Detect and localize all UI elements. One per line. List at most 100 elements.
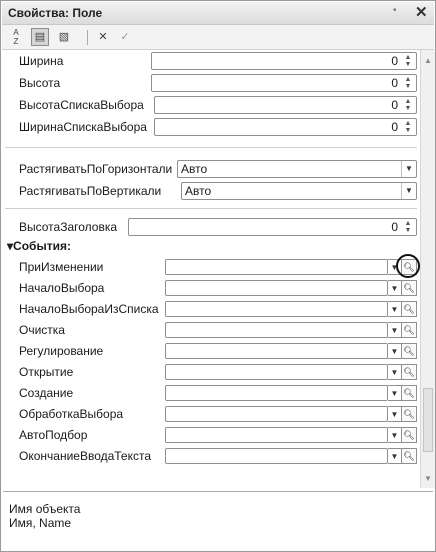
- event-row: ОбработкаВыбора ▼ 🔍︎: [5, 403, 417, 425]
- event-label: Открытие: [19, 365, 74, 379]
- properties-window: Свойства: Поле • ✕ A Z ▤ ▧ ✕ ✓ Ширина 0 …: [0, 0, 436, 552]
- property-row-height: Высота 0 ▲ ▼: [5, 72, 417, 94]
- pin-icon[interactable]: •: [393, 5, 397, 16]
- event-handler-input[interactable]: [165, 322, 388, 338]
- event-label: Регулирование: [19, 344, 104, 358]
- event-handler-input[interactable]: [165, 427, 388, 443]
- search-icon[interactable]: 🔍︎: [401, 322, 417, 338]
- chevron-down-icon[interactable]: ▼: [401, 161, 416, 177]
- event-handler-input[interactable]: [165, 280, 388, 296]
- event-row: Создание ▼ 🔍︎: [5, 382, 417, 404]
- event-label: Очистка: [19, 323, 65, 337]
- event-row: Открытие ▼ 🔍︎: [5, 361, 417, 383]
- stretch-v-select[interactable]: Авто ▼: [181, 182, 417, 200]
- event-handler-input[interactable]: [165, 448, 388, 464]
- event-label: АвтоПодбор: [19, 428, 88, 442]
- event-label: НачалоВыбора: [19, 281, 105, 295]
- property-label: ВысотаЗаголовка: [19, 220, 118, 234]
- event-row: ОкончаниеВводаТекста ▼ 🔍︎: [5, 445, 417, 467]
- categories-icon[interactable]: ▤: [31, 28, 49, 46]
- event-label: ОбработкаВыбора: [19, 407, 124, 421]
- chevron-down-icon[interactable]: ▼: [388, 448, 402, 464]
- search-icon[interactable]: 🔍︎: [401, 280, 417, 296]
- highlight-circle: [396, 254, 420, 278]
- chevron-down-icon[interactable]: ▼: [388, 385, 402, 401]
- scrollbar[interactable]: ▲ ▼: [420, 50, 435, 488]
- property-row-list-width: ШиринаСпискаВыбора 0 ▲ ▼: [5, 116, 417, 138]
- spinner-icon[interactable]: ▲ ▼: [402, 120, 414, 134]
- spinner-icon[interactable]: ▲ ▼: [402, 98, 414, 112]
- spinner-icon[interactable]: ▲ ▼: [402, 220, 414, 234]
- chevron-down-icon[interactable]: ▼: [388, 406, 402, 422]
- header-height-input[interactable]: 0 ▲ ▼: [128, 218, 417, 236]
- scroll-up-icon[interactable]: ▲: [424, 56, 432, 65]
- events-section-header[interactable]: ▾События:: [5, 236, 417, 254]
- event-handler-input[interactable]: [165, 364, 388, 380]
- stretch-v-value: Авто: [185, 184, 212, 198]
- chevron-down-icon[interactable]: ▼: [388, 427, 402, 443]
- list-height-value: 0: [391, 98, 398, 112]
- list-width-value: 0: [391, 120, 398, 134]
- close-icon[interactable]: ✕: [415, 3, 428, 21]
- scroll-down-icon[interactable]: ▼: [424, 474, 432, 483]
- filter-icon[interactable]: ▧: [55, 28, 73, 46]
- toolbar-separator: [87, 30, 88, 45]
- event-handler-input[interactable]: [165, 301, 388, 317]
- width-value: 0: [391, 54, 398, 68]
- property-row-width: Ширина 0 ▲ ▼: [5, 50, 417, 72]
- event-handler-input[interactable]: [165, 406, 388, 422]
- search-icon[interactable]: 🔍︎: [401, 301, 417, 317]
- sort-alphabetical-icon[interactable]: A Z: [7, 28, 25, 46]
- search-icon[interactable]: 🔍︎: [401, 385, 417, 401]
- event-handler-input[interactable]: [165, 259, 388, 275]
- description-panel: Имя объекта Имя, Name: [3, 491, 433, 550]
- event-row: НачалоВыбораИзСписка ▼ 🔍︎: [5, 298, 417, 320]
- property-label: РастягиватьПоВертикали: [19, 184, 162, 198]
- list-height-input[interactable]: 0 ▲ ▼: [154, 96, 417, 114]
- header-height-value: 0: [391, 220, 398, 234]
- stretch-h-value: Авто: [181, 162, 208, 176]
- property-row-header-height: ВысотаЗаголовка 0 ▲ ▼: [5, 216, 417, 238]
- apply-icon[interactable]: ✓: [116, 28, 134, 46]
- height-input[interactable]: 0 ▲ ▼: [151, 74, 417, 92]
- chevron-down-icon[interactable]: ▼: [388, 364, 402, 380]
- title-bar: Свойства: Поле • ✕: [2, 2, 434, 25]
- width-input[interactable]: 0 ▲ ▼: [151, 52, 417, 70]
- property-grid: Ширина 0 ▲ ▼ Высота 0 ▲ ▼ ВысотаСпискаВыбо…: [5, 50, 420, 488]
- chevron-down-icon[interactable]: ▼: [388, 343, 402, 359]
- property-row-stretch-v: РастягиватьПоВертикали Авто ▼: [5, 180, 417, 202]
- description-text: Имя, Name: [9, 516, 72, 530]
- search-icon[interactable]: 🔍︎: [401, 406, 417, 422]
- scrollbar-thumb[interactable]: [423, 388, 433, 452]
- description-title: Имя объекта: [9, 502, 81, 516]
- property-row-stretch-h: РастягиватьПоГоризонтали Авто ▼: [5, 158, 417, 180]
- event-row: НачалоВыбора ▼ 🔍︎: [5, 277, 417, 299]
- event-label: НачалоВыбораИзСписка: [19, 302, 159, 316]
- event-row: Регулирование ▼ 🔍︎: [5, 340, 417, 362]
- event-handler-input[interactable]: [165, 385, 388, 401]
- search-icon[interactable]: 🔍︎: [401, 448, 417, 464]
- spinner-icon[interactable]: ▲ ▼: [402, 54, 414, 68]
- list-width-input[interactable]: 0 ▲ ▼: [154, 118, 417, 136]
- search-icon[interactable]: 🔍︎: [401, 427, 417, 443]
- chevron-down-icon[interactable]: ▼: [388, 280, 402, 296]
- chevron-down-icon[interactable]: ▼: [401, 183, 416, 199]
- event-label: ПриИзменении: [19, 260, 104, 274]
- event-label: ОкончаниеВводаТекста: [19, 449, 152, 463]
- event-row: ПриИзменении ▼ 🔍︎: [5, 254, 420, 278]
- property-label: Ширина: [19, 54, 64, 68]
- spinner-icon[interactable]: ▲ ▼: [402, 76, 414, 90]
- chevron-down-icon[interactable]: ▼: [388, 301, 402, 317]
- divider: [5, 147, 417, 148]
- chevron-down-icon[interactable]: ▼: [388, 322, 402, 338]
- height-value: 0: [391, 76, 398, 90]
- stretch-h-select[interactable]: Авто ▼: [177, 160, 417, 178]
- property-row-list-height: ВысотаСпискаВыбора 0 ▲ ▼: [5, 94, 417, 116]
- event-handler-input[interactable]: [165, 343, 388, 359]
- clear-icon[interactable]: ✕: [94, 28, 112, 46]
- search-icon[interactable]: 🔍︎: [401, 364, 417, 380]
- event-label: Создание: [19, 386, 74, 400]
- window-title: Свойства: Поле: [8, 6, 103, 20]
- toolbar: A Z ▤ ▧ ✕ ✓: [2, 25, 434, 50]
- search-icon[interactable]: 🔍︎: [401, 343, 417, 359]
